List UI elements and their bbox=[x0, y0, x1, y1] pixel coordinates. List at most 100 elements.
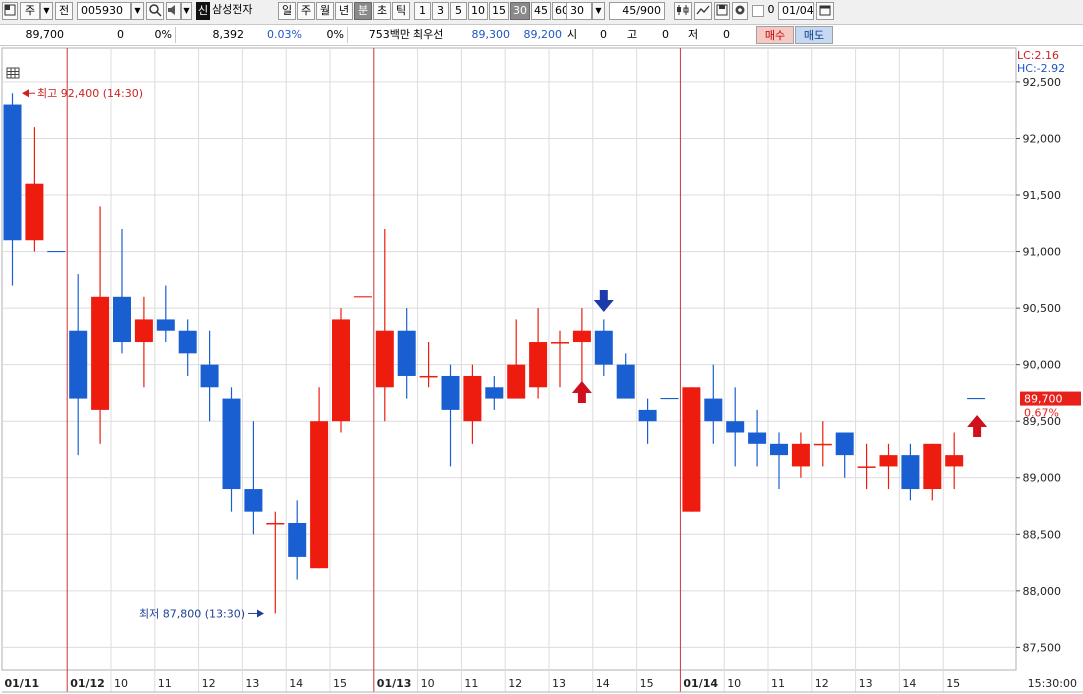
market-dropdown-icon[interactable]: ▼ bbox=[40, 2, 53, 20]
x-tick-label: 11 bbox=[158, 677, 172, 690]
interval-button[interactable]: 3 bbox=[432, 2, 449, 20]
change-percent: 0% bbox=[154, 28, 172, 41]
candle-down-body bbox=[113, 296, 131, 343]
y-tick-label: 88,000 bbox=[1023, 585, 1062, 598]
x-tick-label: 13 bbox=[245, 677, 259, 690]
candle-doji-body bbox=[551, 342, 569, 344]
y-tick-label: 91,000 bbox=[1023, 246, 1062, 259]
candle-down-body bbox=[397, 330, 416, 376]
y-tick-label: 88,500 bbox=[1023, 528, 1062, 541]
candle-up-body bbox=[945, 455, 964, 467]
x-tick-label: 01/12 bbox=[70, 677, 105, 690]
interval-button[interactable]: 45 bbox=[531, 2, 551, 20]
period-button[interactable]: 주 bbox=[297, 2, 315, 20]
period-button[interactable]: 초 bbox=[373, 2, 391, 20]
interval-button[interactable]: 1 bbox=[414, 2, 431, 20]
window-icon[interactable] bbox=[2, 2, 18, 20]
candle-up-body bbox=[463, 375, 482, 422]
low-annotation: 최저 87,800 (13:30) bbox=[139, 607, 245, 620]
candle-down-body bbox=[200, 364, 219, 388]
candle-doji-body bbox=[813, 443, 832, 446]
period-button[interactable]: 틱 bbox=[392, 2, 410, 20]
best-ask: 89,300 bbox=[471, 28, 511, 41]
open-value: 0 bbox=[600, 28, 607, 41]
x-tick-label: 15 bbox=[333, 677, 347, 690]
y-tick-label: 87,500 bbox=[1023, 641, 1062, 654]
y-tick-label: 90,000 bbox=[1023, 359, 1062, 372]
x-tick-label: 12 bbox=[202, 677, 216, 690]
calendar-svg bbox=[819, 5, 831, 16]
low-value: 0 bbox=[723, 28, 730, 41]
high-label: 고 bbox=[627, 28, 638, 41]
candle-down-body bbox=[244, 489, 263, 512]
y-tick-label: 90,500 bbox=[1023, 302, 1062, 315]
volume: 8,392 bbox=[212, 28, 245, 41]
x-tick-label: 12 bbox=[508, 677, 522, 690]
save-icon[interactable] bbox=[714, 2, 730, 20]
candle-down-body bbox=[485, 387, 504, 399]
checkbox-label: 0 bbox=[767, 3, 775, 16]
trade-amount: 753백만 bbox=[368, 28, 410, 41]
calendar-icon[interactable] bbox=[816, 2, 834, 20]
stock-code-input[interactable]: 005930 bbox=[77, 2, 131, 20]
x-tick-label: 13 bbox=[859, 677, 873, 690]
floppy-svg bbox=[716, 4, 728, 16]
quote-divider bbox=[175, 27, 176, 43]
gear-icon[interactable] bbox=[732, 2, 748, 20]
candle-up-body bbox=[332, 319, 350, 422]
high-value: 0 bbox=[662, 28, 669, 41]
candle-down-body bbox=[770, 443, 788, 456]
period-button[interactable]: 일 bbox=[278, 2, 296, 20]
speaker-svg bbox=[168, 5, 175, 15]
candle-down-body bbox=[748, 432, 767, 444]
candle-down-body bbox=[726, 421, 745, 433]
shin-badge: 신 bbox=[196, 2, 210, 20]
option-checkbox[interactable] bbox=[752, 5, 764, 17]
gear-svg bbox=[735, 5, 745, 15]
quote-divider bbox=[347, 27, 348, 43]
candle-up-body bbox=[310, 421, 329, 569]
high-annotation: 최고 92,400 (14:30) bbox=[37, 87, 143, 100]
buy-button[interactable]: 매수 bbox=[756, 26, 794, 44]
sell-button[interactable]: 매도 bbox=[795, 26, 833, 44]
candle-down-body bbox=[156, 319, 175, 331]
candle-doji-body bbox=[266, 522, 285, 525]
search-icon[interactable] bbox=[146, 2, 164, 20]
market-select[interactable]: 주 bbox=[20, 2, 40, 20]
x-tick-label: 11 bbox=[771, 677, 785, 690]
date-input[interactable]: 01/04 bbox=[778, 2, 814, 20]
code-dropdown-icon[interactable]: ▼ bbox=[131, 2, 144, 20]
speaker-dropdown-icon[interactable]: ▼ bbox=[181, 2, 192, 20]
interval-button[interactable]: 15 bbox=[489, 2, 509, 20]
y-tick-label: 89,000 bbox=[1023, 472, 1062, 485]
count-input[interactable]: 45/900 bbox=[609, 2, 665, 20]
x-tick-label: 10 bbox=[114, 677, 128, 690]
jeon-button[interactable]: 전 bbox=[55, 2, 73, 20]
interval-dropdown-icon[interactable]: ▼ bbox=[592, 2, 605, 20]
x-tick-label: 15 bbox=[946, 677, 960, 690]
best-bid: 89,200 bbox=[523, 28, 563, 41]
candle-up-body bbox=[791, 443, 810, 467]
hc-indicator-label: HC:-2.92 bbox=[1017, 62, 1065, 75]
interval-input[interactable]: 30 bbox=[566, 2, 592, 20]
interval-button[interactable]: 30 bbox=[510, 2, 530, 20]
x-tick-label: 10 bbox=[421, 677, 435, 690]
quote-bar: 89,700 0 0% 8,392 0.03% 0% 753백만 최우선 89,… bbox=[0, 25, 1083, 46]
period-button[interactable]: 년 bbox=[335, 2, 353, 20]
period-button[interactable]: 분 bbox=[354, 2, 372, 20]
candle-down-body bbox=[594, 330, 613, 365]
chart-settings-icon[interactable] bbox=[674, 2, 692, 20]
trend-tool-icon[interactable] bbox=[694, 2, 712, 20]
x-tick-label: 01/13 bbox=[377, 677, 412, 690]
candle-up-body bbox=[923, 443, 942, 490]
trend-svg bbox=[696, 5, 710, 15]
candlestick-chart[interactable]: 92,50092,00091,50091,00090,50090,00089,5… bbox=[0, 46, 1083, 694]
period-button[interactable]: 월 bbox=[316, 2, 334, 20]
candle-up-body bbox=[91, 296, 110, 410]
speaker-icon[interactable] bbox=[166, 2, 181, 20]
x-tick-label: 14 bbox=[289, 677, 303, 690]
candle-settings-svg bbox=[677, 5, 689, 15]
plot-area bbox=[1, 47, 1017, 671]
interval-button[interactable]: 10 bbox=[468, 2, 488, 20]
interval-button[interactable]: 5 bbox=[450, 2, 467, 20]
